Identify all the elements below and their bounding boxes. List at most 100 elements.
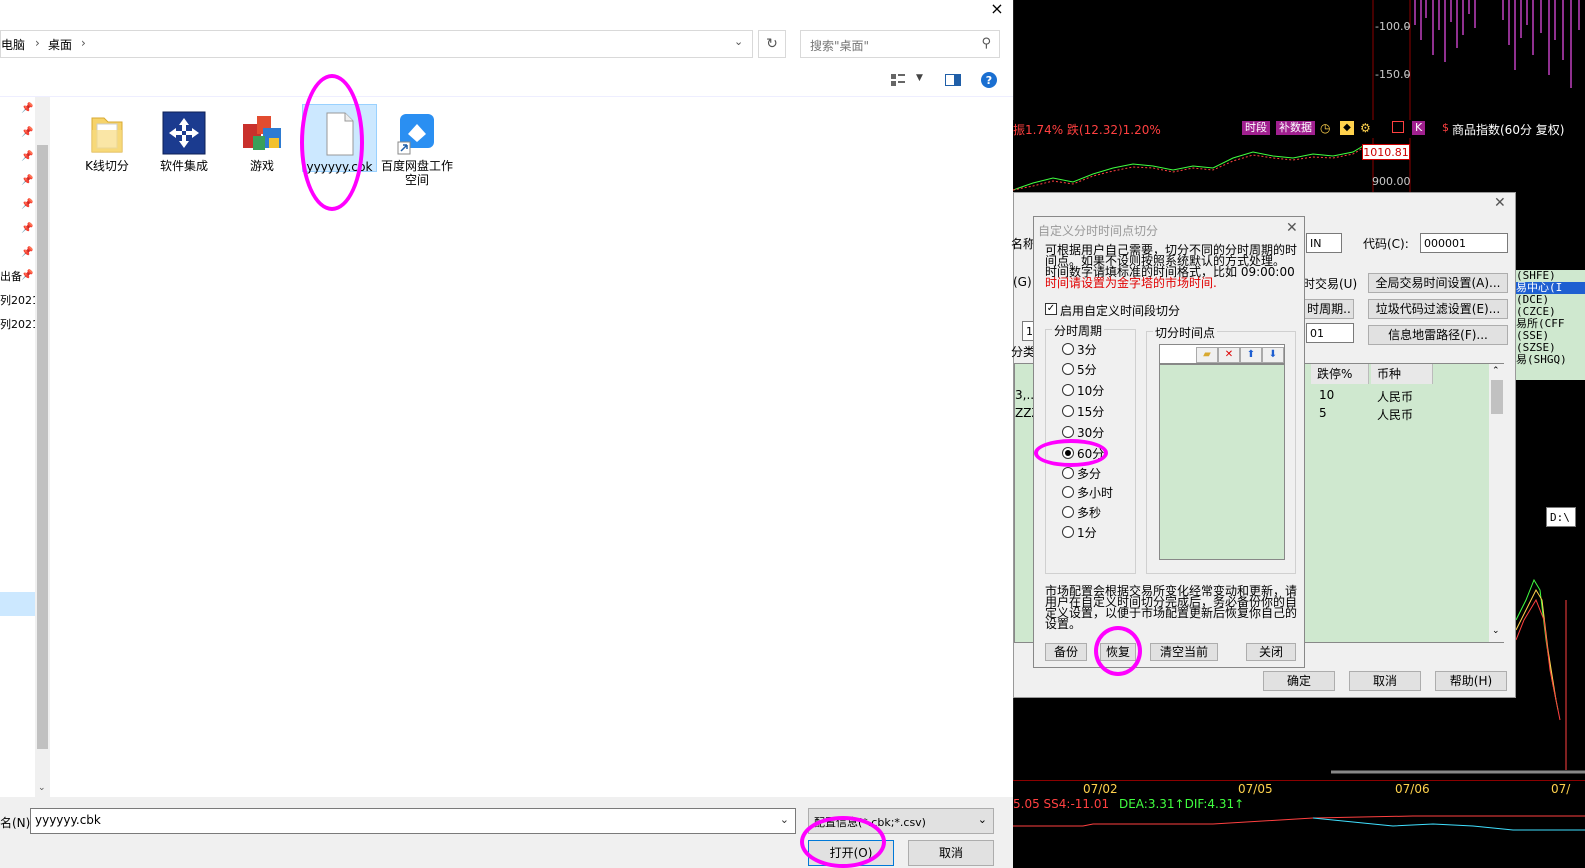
cancel-button[interactable]: 取消 — [1349, 671, 1421, 691]
nav-scrollbar[interactable]: ⌄ — [35, 97, 50, 797]
junk-code-filter-button[interactable]: 垃圾代码过滤设置(E)... — [1368, 299, 1508, 319]
file-type-value: 配置信息(*.cbk;*.csv) — [814, 816, 926, 829]
file-item-software[interactable]: 软件集成 — [148, 104, 220, 173]
close-button[interactable]: 关闭 — [1246, 643, 1296, 661]
name-field[interactable]: IN — [1306, 233, 1342, 253]
trade-label: 时交易(U) — [1303, 277, 1358, 291]
pin-icon[interactable]: 📌 — [21, 199, 33, 210]
arrow-up-icon[interactable]: ⬆ — [1240, 347, 1262, 363]
breadcrumb-separator: › — [81, 36, 86, 50]
chevron-up-icon[interactable]: ⌃ — [1492, 366, 1500, 376]
backup-button[interactable]: 备份 — [1045, 643, 1087, 661]
nav-item[interactable]: 列2021 — [0, 292, 39, 308]
chevron-down-icon[interactable]: ⌄ — [38, 783, 46, 793]
breadcrumb-computer[interactable]: 电脑 — [1, 36, 25, 53]
list-item[interactable]: 易中心(I — [1516, 282, 1585, 294]
arrow-down-icon[interactable]: ⬇ — [1262, 347, 1284, 363]
preview-pane-icon[interactable] — [945, 74, 961, 86]
nav-item[interactable]: 出备 — [0, 268, 22, 284]
enable-checkbox[interactable]: ✓ — [1045, 303, 1057, 315]
list-item[interactable]: (SSE) — [1516, 330, 1585, 342]
file-icon — [317, 111, 363, 157]
x-tick: 07/05 — [1238, 782, 1273, 796]
scrollbar-thumb[interactable] — [1491, 380, 1503, 414]
ok-button[interactable]: 确定 — [1263, 671, 1335, 691]
tab-label[interactable]: 种 — [1516, 237, 1528, 254]
file-item-cbk[interactable]: yyyyyy.cbk — [302, 104, 377, 174]
period-button[interactable]: 时周期.. — [1304, 299, 1354, 319]
path-field[interactable]: D:\ — [1546, 507, 1576, 527]
gear-icon[interactable]: ⚙ — [1360, 121, 1371, 135]
list-item[interactable]: (SHFE) — [1516, 270, 1585, 282]
pin-icon[interactable]: 📌 — [21, 103, 33, 114]
restore-button[interactable]: 恢复 — [1100, 643, 1136, 661]
pin-icon[interactable]: 📌 — [21, 127, 33, 138]
chevron-down-icon[interactable]: ▼ — [916, 73, 923, 83]
column-header[interactable]: 跌停% — [1311, 364, 1369, 384]
code-label: 代码(C): — [1363, 237, 1409, 251]
file-item-baidu[interactable]: 百度网盘工作空间 — [381, 104, 453, 187]
clock-icon[interactable]: ◷ — [1320, 121, 1330, 135]
pin-icon[interactable]: 📌 — [21, 223, 33, 234]
price-change-text: 振1.74% 跌(12.32)1.20% — [1013, 123, 1161, 137]
file-item-kline-split[interactable]: K线切分 — [71, 104, 143, 173]
chevron-down-icon[interactable]: ⌄ — [1492, 626, 1500, 636]
table-cell: 10 — [1319, 388, 1335, 402]
chevron-down-icon[interactable]: ⌄ — [734, 35, 743, 48]
file-name: 百度网盘工作空间 — [381, 159, 454, 187]
split-point-list[interactable] — [1159, 364, 1285, 560]
pin-icon[interactable]: 📌 — [21, 175, 33, 186]
list-item[interactable]: 易(SHGQ) — [1516, 354, 1585, 366]
file-name-input[interactable]: yyyyyy.cbk ⌄ — [30, 808, 796, 834]
supplement-data-chip[interactable]: 补数据 — [1276, 121, 1315, 135]
diamond-icon[interactable]: ◆ — [1340, 121, 1354, 135]
code-field[interactable]: 000001 — [1420, 233, 1508, 253]
square-icon[interactable] — [1392, 121, 1404, 133]
global-trade-time-button[interactable]: 全局交易时间设置(A)... — [1368, 273, 1508, 293]
close-icon[interactable]: × — [985, 0, 1009, 18]
file-name: 游戏 — [249, 159, 274, 173]
field-01[interactable]: 01 — [1306, 323, 1354, 343]
file-item-games[interactable]: 游戏 — [226, 104, 298, 173]
list-item[interactable]: (SZSE) — [1516, 342, 1585, 354]
note-line: 设置。 — [1045, 617, 1082, 631]
nav-item[interactable]: 列2021 — [0, 316, 39, 332]
period-chip[interactable]: 时段 — [1242, 121, 1270, 135]
help-button[interactable]: 帮助(H) — [1435, 671, 1507, 691]
view-toolbar: ▼ ? — [0, 64, 1013, 97]
view-mode-icon[interactable] — [891, 74, 905, 86]
navigation-pane: 📌 📌 📌 📌 📌 📌 📌 出备 📌 列2021 列2021 — [0, 97, 39, 797]
address-bar[interactable]: 电脑 › 桌面 › ⌄ — [0, 30, 753, 58]
search-input[interactable]: 搜索"桌面" ⚲ — [800, 30, 1000, 58]
file-type-select[interactable]: 配置信息(*.cbk;*.csv) ⌄ — [808, 808, 994, 834]
list-item[interactable]: 易所(CFF — [1516, 318, 1585, 330]
cancel-button[interactable]: 取消 — [908, 840, 994, 866]
search-icon[interactable]: ⚲ — [981, 36, 991, 51]
close-icon[interactable]: ✕ — [1494, 195, 1506, 211]
close-icon[interactable]: ✕ — [1286, 220, 1298, 236]
point-toolbar: ▰ ✕ ⬆ ⬇ — [1159, 344, 1285, 364]
info-path-button[interactable]: 信息地雷路径(F)... — [1368, 325, 1508, 345]
pin-icon[interactable]: 📌 — [21, 151, 33, 162]
list-item[interactable]: (CZCE) — [1516, 306, 1585, 318]
folder-icon[interactable]: ▰ — [1196, 347, 1218, 363]
pin-icon[interactable]: 📌 — [21, 247, 33, 258]
table-scrollbar[interactable]: ⌃ ⌄ — [1489, 364, 1505, 642]
delete-icon[interactable]: ✕ — [1218, 347, 1240, 363]
open-button[interactable]: 打开(O) — [808, 840, 894, 866]
help-icon[interactable]: ? — [981, 72, 997, 88]
x-tick: 07/06 — [1395, 782, 1430, 796]
chevron-down-icon[interactable]: ⌄ — [978, 813, 987, 826]
k-chip[interactable]: K — [1412, 121, 1426, 135]
current-price-box: 1010.81 — [1362, 144, 1410, 160]
pin-icon[interactable]: 📌 — [21, 270, 33, 281]
clear-current-button[interactable]: 清空当前 — [1150, 643, 1218, 661]
nav-item-selected[interactable] — [0, 592, 35, 616]
exchange-list[interactable]: (SHFE) 易中心(I (DCE) (CZCE) 易所(CFF (SSE) (… — [1516, 270, 1585, 380]
column-header[interactable]: 币种 — [1371, 364, 1433, 384]
list-item[interactable]: (DCE) — [1516, 294, 1585, 306]
scrollbar-thumb[interactable] — [37, 145, 48, 749]
refresh-button[interactable]: ↻ — [758, 30, 786, 58]
chevron-down-icon[interactable]: ⌄ — [780, 813, 789, 826]
breadcrumb-desktop[interactable]: 桌面 — [48, 36, 72, 53]
